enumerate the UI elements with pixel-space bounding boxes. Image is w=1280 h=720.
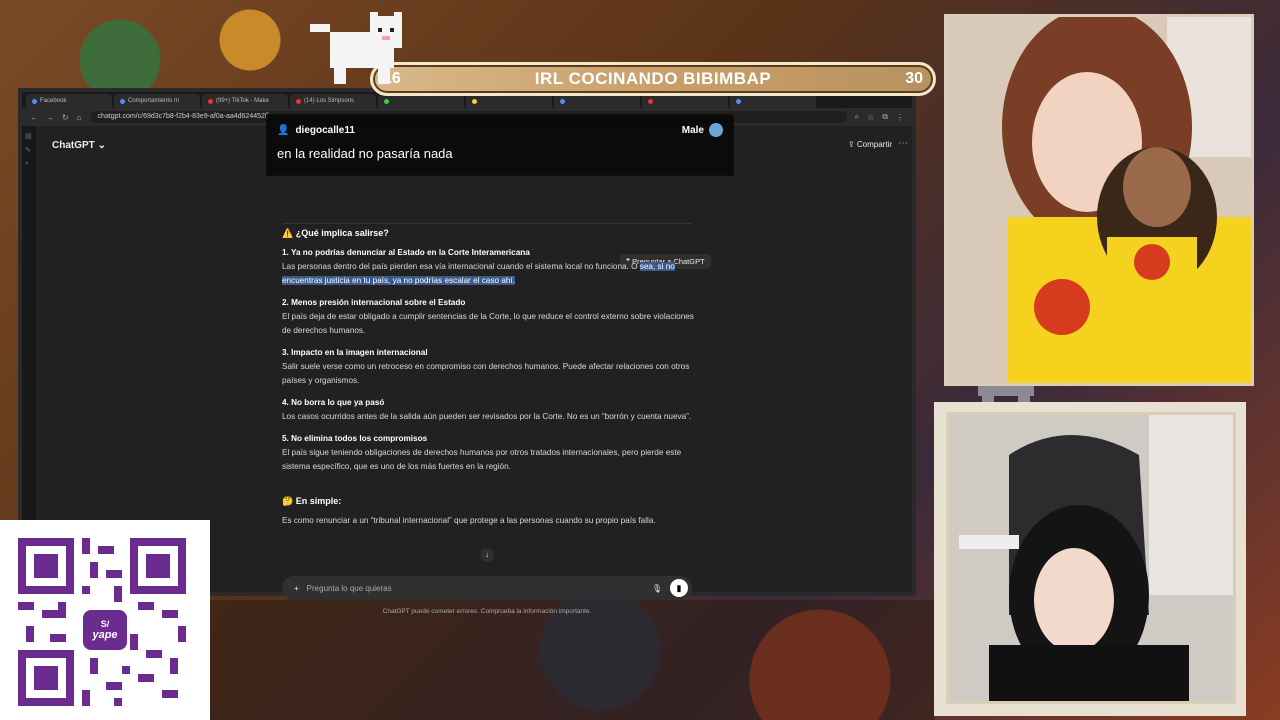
browser-tab[interactable]	[642, 94, 728, 108]
tab-favicon-icon	[208, 98, 213, 104]
tab-favicon-icon	[560, 98, 565, 104]
summary-body: Es como renunciar a un “tribunal interna…	[282, 516, 656, 525]
tab-favicon-icon	[472, 98, 477, 104]
list-item-text: Las personas dentro del país pierden esa…	[282, 262, 638, 271]
microphone-icon[interactable]: 🎙	[652, 584, 662, 593]
tab-favicon-icon	[32, 98, 37, 104]
tab-favicon-icon	[384, 98, 389, 104]
list-item: 4. No borra lo que ya pasó Los casos ocu…	[282, 396, 702, 424]
more-options-icon[interactable]: ⋯	[898, 138, 908, 149]
home-icon[interactable]: ⌂	[77, 113, 82, 122]
summary-heading: 🤔 En simple:	[282, 496, 342, 506]
badge-label: Male	[681, 124, 704, 136]
list-item-title: 2. Menos presión internacional sobre el …	[282, 298, 466, 307]
list-item-body: El país sigue teniendo obligaciones de d…	[282, 448, 682, 471]
list-item-title: 3. Impacto en la imagen internacional	[282, 348, 428, 357]
browser-tab[interactable]: Facebook	[26, 94, 112, 108]
list-item-body: El país deja de estar obligado a cumplir…	[282, 312, 694, 335]
webcam-feed-bottom	[946, 412, 1236, 704]
back-icon[interactable]: ←	[30, 113, 38, 122]
browser-tab[interactable]: (14) Los Simpsons	[290, 94, 376, 108]
new-chat-icon[interactable]: ✎	[25, 146, 33, 154]
list-item: 5. No elimina todos los compromisos El p…	[282, 432, 702, 474]
tab-favicon-icon	[736, 98, 741, 104]
yape-logo: S/ yape	[83, 610, 127, 650]
sidebar-toggle-icon[interactable]: ▤	[25, 132, 33, 140]
stream-chat-message: 👤 diegocalle11 en la realidad no pasaría …	[266, 114, 734, 176]
chat-user: 👤 diegocalle11	[277, 125, 723, 136]
list-item-body: Salir suele verse como un retroceso en c…	[282, 362, 690, 385]
list-item: 3. Impacto en la imagen internacional Sa…	[282, 346, 702, 388]
stream-title-bar: 16 IRL COCINANDO BIBIMBAP 30	[370, 62, 936, 96]
browser-tab[interactable]: (99+) TikTok - Make	[202, 94, 288, 108]
tab-favicon-icon	[120, 98, 125, 104]
stream-title: IRL COCINANDO BIBIMBAP	[534, 69, 772, 88]
tab-label: (99+) TikTok - Make	[216, 98, 269, 104]
browser-tab[interactable]	[378, 94, 464, 108]
list-item: 1. Ya no podrías denunciar al Estado en …	[282, 246, 702, 288]
list-item-title: 4. No borra lo que ya pasó	[282, 398, 385, 407]
plus-icon[interactable]: +	[294, 584, 299, 593]
webcam-feed-top	[944, 14, 1254, 386]
avatar	[709, 123, 723, 137]
list-item-body: Las personas dentro del país pierden esa…	[282, 260, 702, 288]
chevron-down-icon: ⌄	[97, 140, 106, 151]
browser-tab[interactable]	[730, 94, 816, 108]
share-label: Compartir	[856, 140, 892, 149]
browser-tab[interactable]	[554, 94, 640, 108]
browser-tab[interactable]	[466, 94, 552, 108]
prompt-input[interactable]: Pregunta lo que quieras	[307, 584, 644, 593]
tab-favicon-icon	[648, 98, 653, 104]
zoom-icon[interactable]: ⌕	[855, 112, 859, 122]
share-icon: ⇪	[847, 140, 855, 149]
right-counter: 30	[905, 70, 923, 87]
user-icon: 👤	[277, 125, 290, 136]
extensions-icon[interactable]: ⧉	[882, 112, 888, 122]
list-item-body: Los casos ocurridos antes de la salida a…	[282, 412, 692, 421]
gender-badge: Male	[682, 123, 723, 137]
menu-icon[interactable]: ⋮	[896, 113, 904, 122]
pixel-cat-white-icon	[298, 12, 410, 88]
divider	[282, 223, 692, 224]
list-item: 2. Menos presión internacional sobre el …	[282, 296, 702, 338]
tab-label: (14) Los Simpsons	[304, 98, 355, 104]
voice-mode-button[interactable]: ▮	[670, 579, 688, 597]
model-selector[interactable]: ChatGPT ⌄	[52, 140, 106, 151]
section-heading: ⚠️ ¿Qué implica salirse?	[282, 228, 389, 238]
assistant-message: ⚠️ ¿Qué implica salirse? 1. Ya no podría…	[282, 226, 702, 528]
composer[interactable]: + Pregunta lo que quieras 🎙 ▮	[282, 576, 692, 600]
forward-icon[interactable]: →	[46, 113, 54, 122]
disclaimer: ChatGPT puede cometer errores. Comprueba…	[382, 608, 592, 615]
list-item-title: 5. No elimina todos los compromisos	[282, 434, 428, 443]
reload-icon[interactable]: ↻	[62, 113, 69, 122]
tab-label: Comportamiento m	[128, 98, 180, 104]
search-icon[interactable]: ⌕	[25, 160, 33, 168]
chat-message-text: en la realidad no pasaría nada	[277, 146, 453, 161]
tab-favicon-icon	[296, 98, 301, 104]
list-item-title: 1. Ya no podrías denunciar al Estado en …	[282, 248, 530, 257]
chat-username: diegocalle11	[295, 125, 355, 136]
bookmark-star-icon[interactable]: ☆	[867, 113, 874, 122]
yape-qr-code: S/ yape	[0, 520, 210, 720]
browser-tab[interactable]: Comportamiento m	[114, 94, 200, 108]
share-button[interactable]: ⇪ Compartir	[848, 140, 892, 149]
brand-name: yape	[92, 629, 118, 641]
model-label: ChatGPT	[52, 140, 95, 151]
scroll-down-button[interactable]: ↓	[480, 548, 494, 562]
tab-label: Facebook	[40, 98, 67, 104]
